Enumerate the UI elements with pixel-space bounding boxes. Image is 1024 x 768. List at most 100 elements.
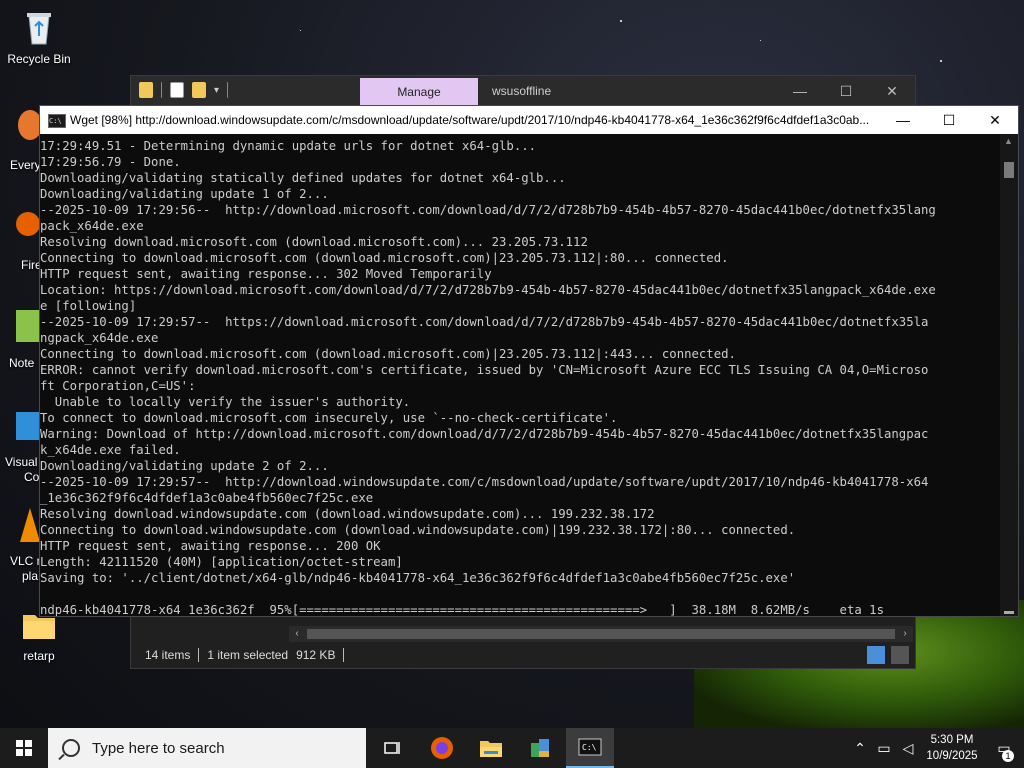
clock-time: 5:30 PM	[930, 734, 974, 746]
console-line: Resolving download.microsoft.com (downlo…	[40, 235, 588, 249]
console-line: k_x64de.exe failed.	[40, 443, 181, 457]
desktop-icon-label: Visual	[5, 455, 38, 469]
desktop-icon-label: retarp	[23, 649, 55, 663]
horizontal-scrollbar[interactable]: ‹ ›	[289, 626, 913, 642]
vertical-scrollbar[interactable]: ▲	[1000, 134, 1018, 616]
console-line: --2025-10-09 17:29:57-- https://download…	[40, 315, 929, 329]
separator	[161, 82, 162, 98]
window-title: Wget [98%] http://download.windowsupdate…	[70, 113, 870, 127]
folder-icon[interactable]	[139, 82, 153, 98]
window-controls: — ☐ ✕	[880, 106, 1018, 134]
console-titlebar[interactable]: C:\ Wget [98%] http://download.windowsup…	[40, 106, 1018, 134]
console-line: _1e36c362f9f6c4dfdef1a3c0abe4fb560ec7f25…	[40, 491, 374, 505]
separator	[343, 648, 345, 662]
cursor-indicator	[1004, 611, 1014, 614]
search-icon	[62, 739, 80, 757]
console-line: --2025-10-09 17:29:57-- http://download.…	[40, 475, 929, 489]
taskbar-firefox[interactable]	[418, 728, 466, 768]
app-icon	[531, 739, 549, 757]
notification-center-button[interactable]: ▭ 1	[984, 740, 1024, 762]
notepad-plus-plus-icon[interactable]	[16, 310, 40, 342]
console-line: ngpack_x64de.exe	[40, 331, 159, 345]
details-view-icon[interactable]	[867, 646, 885, 664]
tab-manage[interactable]: Manage	[360, 78, 478, 106]
console-line: Connecting to download.windowsupdate.com…	[40, 523, 796, 537]
scroll-right-icon[interactable]: ›	[897, 626, 913, 642]
minimize-icon[interactable]: —	[777, 76, 823, 106]
taskbar-app[interactable]	[516, 728, 564, 768]
console-line: Warning: Download of http://download.mic…	[40, 427, 929, 441]
close-icon[interactable]: ✕	[869, 76, 915, 106]
explorer-titlebar[interactable]: ▾ Manage wsusoffline — ☐ ✕	[131, 76, 915, 106]
console-line: Downloading/validating update 2 of 2...	[40, 459, 329, 473]
window-title: wsusoffline	[492, 84, 552, 98]
recycle-bin-icon	[19, 8, 59, 48]
close-icon[interactable]: ✕	[972, 106, 1018, 134]
task-view-icon	[384, 742, 400, 754]
clock-date: 10/9/2025	[926, 750, 978, 762]
desktop-icon-label: Note	[9, 356, 35, 370]
selection-count: 1 item selected	[207, 648, 289, 662]
taskbar: Type here to search C:\ ⌃ ▭ ◁ 5:30 PM 10…	[0, 728, 1024, 768]
wallpaper-star	[620, 20, 622, 22]
system-tray: ⌃ ▭ ◁ 5:30 PM 10/9/2025 ▭ 1	[848, 728, 1024, 768]
svg-text:C:\: C:\	[582, 743, 597, 752]
console-line: Location: https://download.microsoft.com…	[40, 283, 936, 297]
new-folder-icon[interactable]	[192, 82, 206, 98]
terminal-icon: C:\	[578, 738, 602, 756]
separator	[198, 648, 200, 662]
selection-size: 912 KB	[296, 648, 336, 662]
windows-logo-icon	[16, 740, 32, 756]
desktop-icon-label: Co	[24, 470, 40, 484]
view-toggle	[867, 646, 909, 664]
large-icons-view-icon[interactable]	[891, 646, 909, 664]
console-line: HTTP request sent, awaiting response... …	[40, 539, 381, 553]
maximize-icon[interactable]: ☐	[823, 76, 869, 106]
scrollbar-thumb[interactable]	[307, 629, 895, 639]
desktop-icon-recycle-bin[interactable]: Recycle Bin	[1, 8, 77, 66]
scroll-up-icon[interactable]: ▲	[1004, 136, 1013, 146]
console-output[interactable]: 17:29:49.51 - Determining dynamic update…	[40, 134, 1000, 616]
console-line: Resolving download.windowsupdate.com (do…	[40, 507, 655, 521]
console-line: Unable to locally verify the issuer's au…	[40, 395, 411, 409]
console-line: ndp46-kb4041778-x64_1e36c362f 95%[======…	[40, 603, 884, 616]
console-line: e [following]	[40, 299, 137, 313]
console-line: 17:29:49.51 - Determining dynamic update…	[40, 139, 537, 153]
console-app-icon[interactable]: C:\	[48, 114, 66, 128]
console-line: Saving to: '../client/dotnet/x64-glb/ndp…	[40, 571, 796, 585]
task-view-button[interactable]	[368, 728, 416, 768]
taskbar-terminal[interactable]: C:\	[566, 728, 614, 768]
taskbar-file-explorer[interactable]	[467, 728, 515, 768]
clock[interactable]: 5:30 PM 10/9/2025	[920, 732, 984, 764]
console-line: Downloading/validating statically define…	[40, 171, 566, 185]
status-bar: 14 items 1 item selected 912 KB	[131, 642, 915, 668]
console-line: Connecting to download.microsoft.com (do…	[40, 251, 729, 265]
wallpaper-star	[760, 40, 761, 41]
console-line: pack_x64de.exe	[40, 219, 144, 233]
firefox-icon[interactable]	[16, 212, 40, 236]
visual-studio-code-icon[interactable]	[16, 412, 40, 440]
console-line: To connect to download.microsoft.com ins…	[40, 411, 618, 425]
volume-muted-icon[interactable]: ◁	[896, 740, 920, 757]
item-count: 14 items	[145, 648, 191, 662]
console-window[interactable]: C:\ Wget [98%] http://download.windowsup…	[39, 105, 1019, 617]
minimize-icon[interactable]: —	[880, 106, 926, 134]
console-line: ft Corporation,C=US':	[40, 379, 196, 393]
start-button[interactable]	[0, 728, 48, 768]
console-line: Connecting to download.microsoft.com (do…	[40, 347, 736, 361]
maximize-icon[interactable]: ☐	[926, 106, 972, 134]
vlc-icon[interactable]	[20, 508, 40, 542]
scroll-left-icon[interactable]: ‹	[289, 626, 305, 642]
properties-icon[interactable]	[170, 82, 184, 98]
search-box[interactable]: Type here to search	[48, 728, 366, 768]
scrollbar-thumb[interactable]	[1004, 162, 1014, 178]
console-line: Downloading/validating update 1 of 2...	[40, 187, 329, 201]
console-line: 17:29:56.79 - Done.	[40, 155, 181, 169]
chevron-up-icon[interactable]: ⌃	[848, 740, 872, 757]
search-placeholder: Type here to search	[92, 739, 225, 757]
network-icon[interactable]: ▭	[872, 740, 896, 757]
firefox-icon	[431, 737, 453, 759]
console-line: HTTP request sent, awaiting response... …	[40, 267, 492, 281]
chevron-down-icon[interactable]: ▾	[214, 85, 219, 96]
